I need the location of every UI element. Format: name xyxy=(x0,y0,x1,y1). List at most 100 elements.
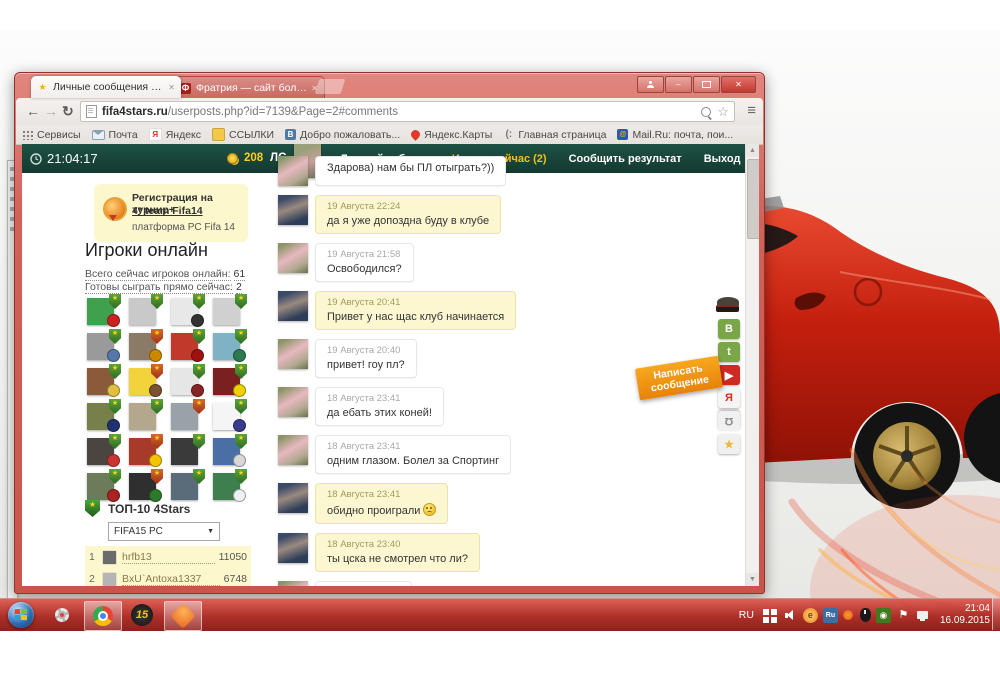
fifa15-app[interactable]: 15 xyxy=(124,601,160,629)
chrome-menu-icon[interactable]: ≡ xyxy=(747,102,756,119)
club-logo-icon xyxy=(107,419,120,432)
bookmark-star-icon[interactable]: ☆ xyxy=(717,104,729,120)
online-player-avatar[interactable]: ★ xyxy=(85,401,127,436)
online-player-avatar[interactable]: ★ xyxy=(85,366,127,401)
top10-platform-select[interactable]: FIFA15 PC▼ xyxy=(108,522,220,541)
header-nav-item[interactable]: Сообщить результат xyxy=(569,153,682,165)
bookmark-item[interactable]: @ Mail.Ru: почта, пои... xyxy=(617,129,733,141)
page-scrollbar[interactable]: ▲ ▼ xyxy=(745,144,759,586)
nvidia-icon[interactable]: ◉ xyxy=(876,608,891,623)
online-player-avatar[interactable]: ★ xyxy=(211,436,253,471)
write-message-ribbon[interactable]: Написатьсообщение xyxy=(635,356,723,401)
online-player-avatar[interactable]: ★ xyxy=(85,436,127,471)
action-center-flag-icon[interactable]: ⚑ xyxy=(896,608,911,623)
search-icon[interactable] xyxy=(701,107,711,117)
back-button[interactable]: ← xyxy=(26,102,40,120)
tab-strip: ★ Личные сообщения rafi ✕ Ф Фратрия — са… xyxy=(15,73,764,98)
language-indicator[interactable]: RU xyxy=(739,609,754,621)
start-button[interactable] xyxy=(8,602,34,628)
message-author-avatar[interactable] xyxy=(278,435,308,465)
online-player-avatar[interactable]: ★ xyxy=(127,436,169,471)
online-player-avatar[interactable]: ★ xyxy=(127,296,169,331)
tournament-link[interactable]: 4* team Fifa14 xyxy=(132,205,203,217)
message-author-avatar[interactable] xyxy=(278,339,308,369)
scrollbar-thumb[interactable] xyxy=(747,159,759,239)
online-player-avatar[interactable]: ★ xyxy=(127,331,169,366)
online-player-avatar[interactable]: ★ xyxy=(85,331,127,366)
online-player-avatar[interactable]: ★ xyxy=(169,436,211,471)
hidden-icons-grid-icon[interactable] xyxy=(763,608,778,623)
players-ready-now[interactable]: Готовы сыграть прямо сейчас:2 xyxy=(85,281,242,293)
online-player-avatar[interactable]: ★ xyxy=(211,296,253,331)
taskbar: 15 RU e Ru ◉ ⚑ 21:04 16.09.2015 xyxy=(0,598,1000,631)
bookmark-item[interactable]: В Добро пожаловать... xyxy=(285,129,400,141)
player-name-link[interactable]: hrfb13 xyxy=(122,551,215,564)
bookmark-item[interactable]: Яндекс.Карты xyxy=(411,129,492,141)
scroll-up-arrow[interactable]: ▲ xyxy=(746,144,759,157)
message-author-avatar[interactable] xyxy=(278,243,308,273)
bookmark-item[interactable]: Почта xyxy=(92,129,138,141)
online-player-avatar[interactable]: ★ xyxy=(211,401,253,436)
online-player-avatar[interactable]: ★ xyxy=(211,366,253,401)
eset-icon[interactable]: e xyxy=(803,608,818,623)
new-tab-button[interactable] xyxy=(315,79,346,94)
yandex-icon[interactable]: Я xyxy=(718,388,740,408)
punto-switcher-icon[interactable]: Ru xyxy=(823,608,838,623)
forward-button[interactable]: → xyxy=(44,102,58,120)
browser-tab[interactable]: ★ Личные сообщения rafi ✕ xyxy=(31,76,181,98)
twitter-icon[interactable]: t xyxy=(718,342,740,362)
military-cap-icon[interactable] xyxy=(716,296,740,314)
online-player-avatar[interactable]: ★ xyxy=(211,331,253,366)
maximize-button[interactable] xyxy=(693,76,720,93)
online-player-avatar[interactable]: ★ xyxy=(169,366,211,401)
network-icon[interactable] xyxy=(916,608,931,623)
orange-dot-icon[interactable] xyxy=(843,610,853,620)
header-nav-item[interactable]: Выход xyxy=(704,153,741,165)
tray-clock[interactable]: 21:04 16.09.2015 xyxy=(940,603,990,627)
reload-button[interactable]: ↻ xyxy=(62,102,74,120)
tournament-registration-box[interactable]: Регистрация на турнир+ 4* team Fifa14 пл… xyxy=(94,184,248,242)
profile-button[interactable] xyxy=(637,76,664,93)
volume-icon[interactable] xyxy=(783,608,798,623)
close-button[interactable]: ✕ xyxy=(721,76,756,93)
gear-icon xyxy=(55,608,69,622)
online-player-avatar[interactable]: ★ xyxy=(169,401,211,436)
address-bar[interactable]: fifa4stars.ru/userposts.php?id=7139&Page… xyxy=(80,101,735,122)
horseshoe-icon[interactable]: Ω xyxy=(718,411,740,431)
message-author-avatar[interactable] xyxy=(278,195,308,225)
bookmark-item[interactable]: Я Яндекс xyxy=(149,128,201,141)
club-logo-icon xyxy=(149,349,162,362)
gear-app[interactable] xyxy=(44,601,80,629)
coins-balance[interactable]: 208 xyxy=(227,152,263,164)
online-player-avatar[interactable]: ★ xyxy=(169,296,211,331)
online-player-avatar[interactable]: ★ xyxy=(127,366,169,401)
club-logo-icon xyxy=(149,454,162,467)
tab-close-icon[interactable]: ✕ xyxy=(168,83,175,92)
message-bubble: 18 Августа 21:49 гоу пл? xyxy=(315,581,412,586)
bookmark-item[interactable]: Сервисы xyxy=(22,129,81,141)
star-icon[interactable]: ★ xyxy=(718,434,740,454)
mouse-utility-icon[interactable] xyxy=(860,608,871,622)
message-author-avatar[interactable] xyxy=(278,387,308,417)
online-player-avatar[interactable]: ★ xyxy=(85,296,127,331)
show-desktop-button[interactable] xyxy=(992,598,1000,630)
message-author-avatar[interactable] xyxy=(278,581,308,586)
players-online-total[interactable]: Всего сейчас игроков онлайн:61 xyxy=(85,268,245,280)
scroll-down-arrow[interactable]: ▼ xyxy=(746,573,759,586)
vk-icon[interactable]: В xyxy=(718,319,740,339)
message-author-avatar[interactable] xyxy=(278,156,308,186)
chrome-app[interactable] xyxy=(84,601,122,631)
message-text: Привет у нас щас клуб начинается xyxy=(327,311,504,323)
online-player-avatar[interactable]: ★ xyxy=(169,331,211,366)
online-player-avatar[interactable]: ★ xyxy=(211,471,253,506)
browser-tab[interactable]: Ф Фратрия — сайт болель ✕ xyxy=(173,76,325,99)
message-author-avatar[interactable] xyxy=(278,291,308,321)
origin-app[interactable] xyxy=(164,601,202,631)
minimize-button[interactable]: – xyxy=(665,76,692,93)
message-author-avatar[interactable] xyxy=(278,483,308,513)
online-player-avatar[interactable]: ★ xyxy=(127,401,169,436)
message-author-avatar[interactable] xyxy=(278,533,308,563)
bookmark-item[interactable]: ССЫЛКИ xyxy=(212,128,274,141)
player-name-link[interactable]: BxU`Antoxa1337 xyxy=(122,573,220,586)
bookmark-item[interactable]: (: Главная страница xyxy=(503,129,606,141)
